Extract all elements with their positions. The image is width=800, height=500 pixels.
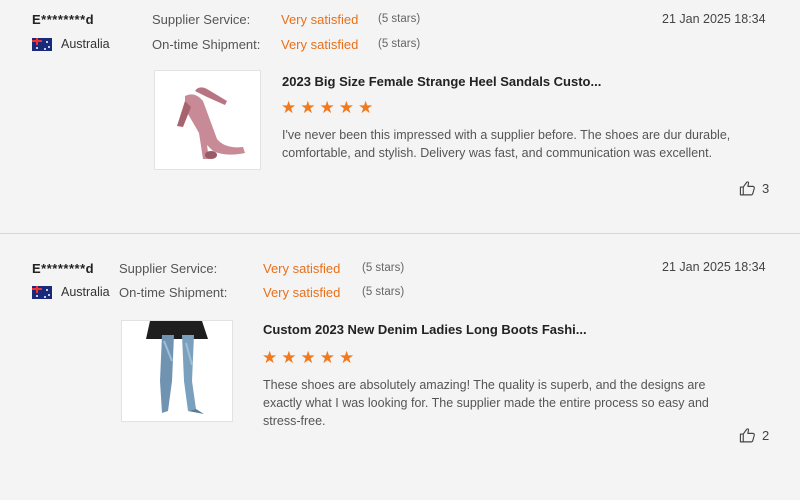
supplier-service-stars: (5 stars) — [362, 262, 405, 274]
review-date: 21 Jan 2025 18:34 — [662, 12, 766, 26]
on-time-shipment-value: Very satisfied — [263, 285, 341, 300]
pink-heel-sandal-image — [177, 87, 245, 159]
product-thumbnail[interactable] — [121, 320, 233, 422]
like-button[interactable]: 3 — [739, 180, 769, 197]
supplier-service-value: Very satisfied — [281, 12, 359, 27]
star-icon: ★ — [262, 348, 278, 367]
review-date: 21 Jan 2025 18:34 — [662, 260, 766, 274]
thumbs-up-icon — [739, 428, 755, 443]
star-icon: ★ — [281, 98, 297, 117]
reviewer-name: E********d — [32, 261, 95, 276]
like-count: 3 — [762, 181, 770, 196]
like-button[interactable]: 2 — [739, 427, 769, 444]
like-count: 2 — [762, 428, 770, 443]
supplier-service-stars: (5 stars) — [378, 13, 421, 25]
star-rating: ★ ★ ★ ★ ★ — [281, 99, 373, 116]
country-name: Australia — [61, 285, 110, 299]
on-time-shipment-stars: (5 stars) — [378, 38, 421, 50]
review-card: E********d Australia Supplier Service: V… — [0, 234, 800, 500]
australia-flag-icon — [32, 37, 52, 51]
australia-flag-icon — [32, 285, 52, 299]
star-icon: ★ — [319, 348, 335, 367]
on-time-shipment-label: On-time Shipment: — [119, 285, 228, 300]
star-icon: ★ — [339, 348, 355, 367]
on-time-shipment-stars: (5 stars) — [362, 286, 405, 298]
supplier-service-label: Supplier Service: — [152, 12, 251, 27]
star-icon: ★ — [319, 98, 335, 117]
star-icon: ★ — [338, 98, 354, 117]
star-icon: ★ — [300, 348, 316, 367]
product-title[interactable]: 2023 Big Size Female Strange Heel Sandal… — [282, 74, 601, 89]
supplier-service-label: Supplier Service: — [119, 261, 218, 276]
on-time-shipment-label: On-time Shipment: — [152, 37, 261, 52]
product-thumbnail[interactable] — [154, 70, 261, 170]
country-name: Australia — [61, 37, 110, 51]
supplier-service-value: Very satisfied — [263, 261, 341, 276]
star-rating: ★ ★ ★ ★ ★ — [262, 349, 354, 366]
reviewer-name: E********d — [32, 12, 95, 27]
on-time-shipment-value: Very satisfied — [281, 37, 359, 52]
thumbs-up-icon — [739, 181, 755, 196]
denim-boots-image — [146, 321, 208, 415]
product-title[interactable]: Custom 2023 New Denim Ladies Long Boots … — [263, 322, 587, 337]
star-icon: ★ — [358, 98, 374, 117]
review-text: These shoes are absolutely amazing! The … — [263, 378, 709, 428]
star-icon: ★ — [281, 348, 297, 367]
review-card: E********d Australia Supplier Service: V… — [0, 0, 800, 233]
reviewer-country: Australia — [32, 285, 110, 299]
reviewer-country: Australia — [32, 37, 110, 51]
review-text: I've never been this impressed with a su… — [282, 128, 731, 160]
star-icon: ★ — [300, 98, 316, 117]
